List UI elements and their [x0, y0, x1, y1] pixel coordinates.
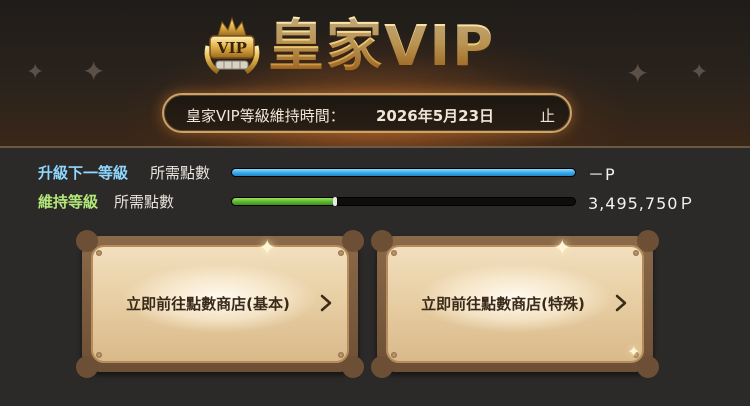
- maintain-period-suffix: 止: [540, 107, 556, 125]
- maintain-level-progress-bar: [231, 197, 576, 206]
- next-level-sublabel: 所需點數: [150, 164, 211, 182]
- vip-crown-badge-icon: VIP: [204, 16, 260, 75]
- maintain-level-label: 維持等級: [38, 193, 99, 211]
- next-level-progress-row: 升級下一等級 所需點數 －P: [0, 160, 750, 184]
- vip-maintain-period: 皇家VIP等級維持時間： 2026年5月23日 止: [162, 93, 572, 133]
- next-level-progress-fill: [232, 169, 575, 176]
- special-shop-button-label: 立即前往點數商店(特殊): [421, 295, 585, 313]
- rivet-icon: [391, 250, 397, 256]
- rivet-icon: [96, 250, 102, 256]
- rivet-icon: [633, 250, 639, 256]
- sparkle-icon: ✦: [627, 342, 641, 361]
- basic-shop-button-label: 立即前往點數商店(基本): [126, 295, 290, 313]
- maintain-level-progress-row: 維持等級 所需點數 3,495,750Ｐ: [0, 189, 750, 213]
- page-title: 皇家VIP: [268, 10, 495, 84]
- maintain-level-progress-fill: [232, 198, 335, 205]
- rivet-icon: [96, 352, 102, 358]
- chevron-right-icon: [320, 294, 332, 312]
- maintain-period-date: 2026年5月23日: [376, 107, 495, 125]
- next-level-points-value: －P: [588, 165, 616, 184]
- sparkle-icon: ✦: [258, 236, 277, 261]
- chevron-right-icon: [615, 294, 627, 312]
- progress-marker-icon: [332, 197, 337, 206]
- next-level-progress-bar: [231, 168, 576, 177]
- sparkle-icon: ✦: [553, 236, 572, 261]
- sparkle-icon: ✦: [82, 55, 106, 88]
- maintain-period-label: 皇家VIP等級維持時間：: [186, 107, 345, 125]
- rivet-icon: [338, 352, 344, 358]
- special-point-shop-button[interactable]: ✦ ✦ 立即前往點數商店(特殊): [371, 230, 659, 378]
- maintain-level-sublabel: 所需點數: [114, 193, 175, 211]
- rivet-icon: [338, 250, 344, 256]
- sparkle-icon: ✦: [626, 57, 650, 90]
- vip-header-banner: ✦ ✦ ✦ ✦ VIP 皇家VIP 皇家VIP等級維持時間： 2026年5月23…: [0, 0, 750, 148]
- basic-point-shop-button[interactable]: ✦ 立即前往點數商店(基本): [76, 230, 364, 378]
- rivet-icon: [391, 352, 397, 358]
- next-level-label: 升級下一等級: [38, 164, 129, 182]
- svg-text:VIP: VIP: [216, 39, 247, 57]
- sparkle-icon: ✦: [26, 60, 45, 85]
- sparkle-icon: ✦: [690, 60, 709, 85]
- maintain-level-points-value: 3,495,750Ｐ: [588, 194, 696, 213]
